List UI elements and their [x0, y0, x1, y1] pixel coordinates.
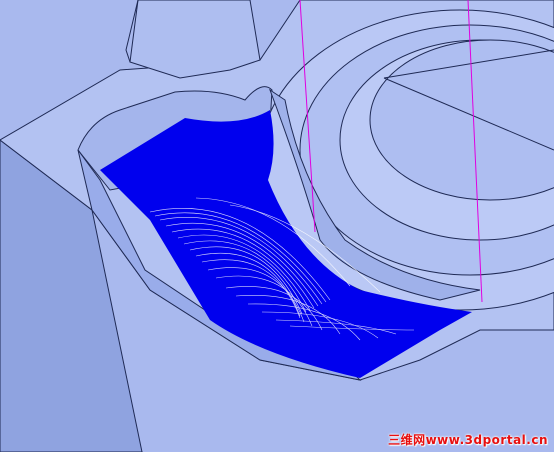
cad-3d-viewport[interactable]: 三维网www.3dportal.cn [0, 0, 554, 452]
raised-step [129, 0, 261, 79]
model-view [0, 0, 554, 452]
watermark: 三维网www.3dportal.cn [388, 433, 548, 447]
